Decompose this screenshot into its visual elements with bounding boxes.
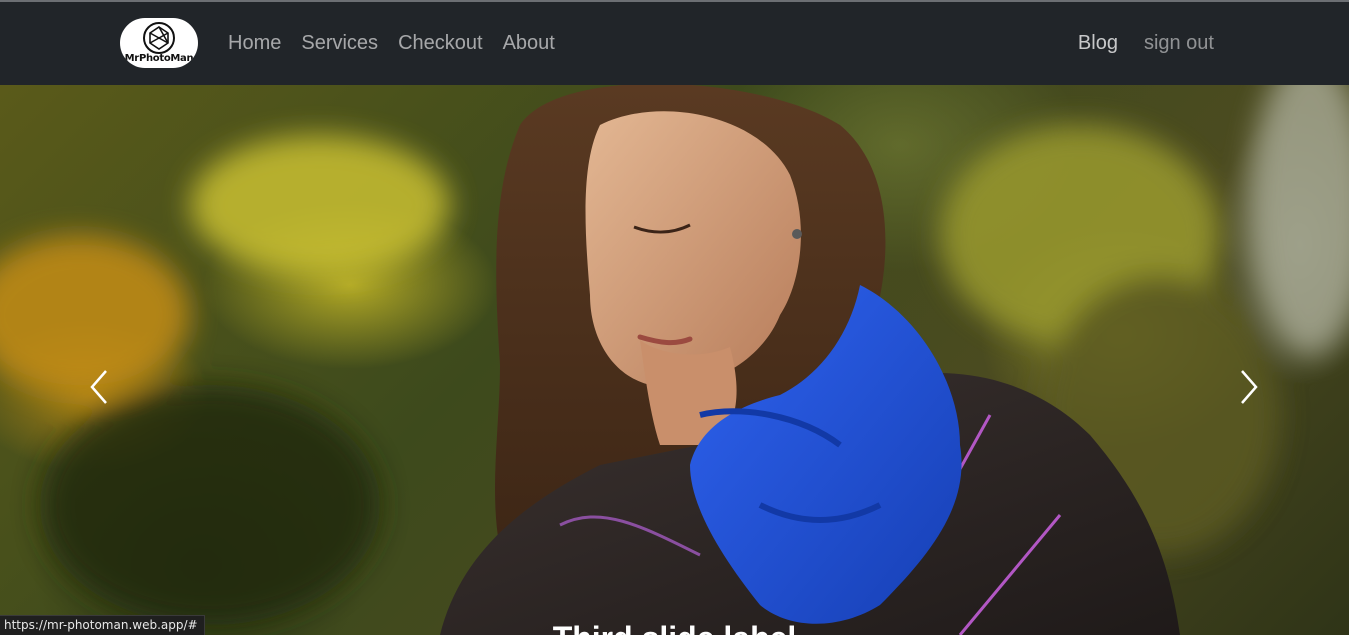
browser-status-url: https://mr-photoman.web.app/#: [0, 615, 205, 635]
nav-user-links: Blog sign out: [1078, 2, 1214, 85]
logo-text: MrPhotoMan: [124, 53, 194, 64]
nav-link-checkout[interactable]: Checkout: [398, 32, 483, 55]
brand-logo[interactable]: MrPhotoMan: [120, 18, 198, 68]
nav-link-about[interactable]: About: [503, 32, 555, 55]
nav-link-blog[interactable]: Blog: [1078, 32, 1118, 55]
sign-out-link[interactable]: sign out: [1144, 32, 1214, 55]
carousel-slide-image: [0, 85, 1349, 635]
chevron-left-icon: [90, 370, 107, 404]
carousel-prev-button[interactable]: [80, 367, 120, 407]
navbar: MrPhotoMan Home Services Checkout About …: [0, 2, 1349, 85]
nav-link-home[interactable]: Home: [228, 32, 281, 55]
hero-carousel: [0, 85, 1349, 635]
aperture-icon: [143, 22, 175, 54]
nav-main-links: Home Services Checkout About: [228, 2, 575, 85]
nav-link-services[interactable]: Services: [301, 32, 378, 55]
chevron-right-icon: [1241, 370, 1258, 404]
carousel-next-button[interactable]: [1228, 367, 1268, 407]
